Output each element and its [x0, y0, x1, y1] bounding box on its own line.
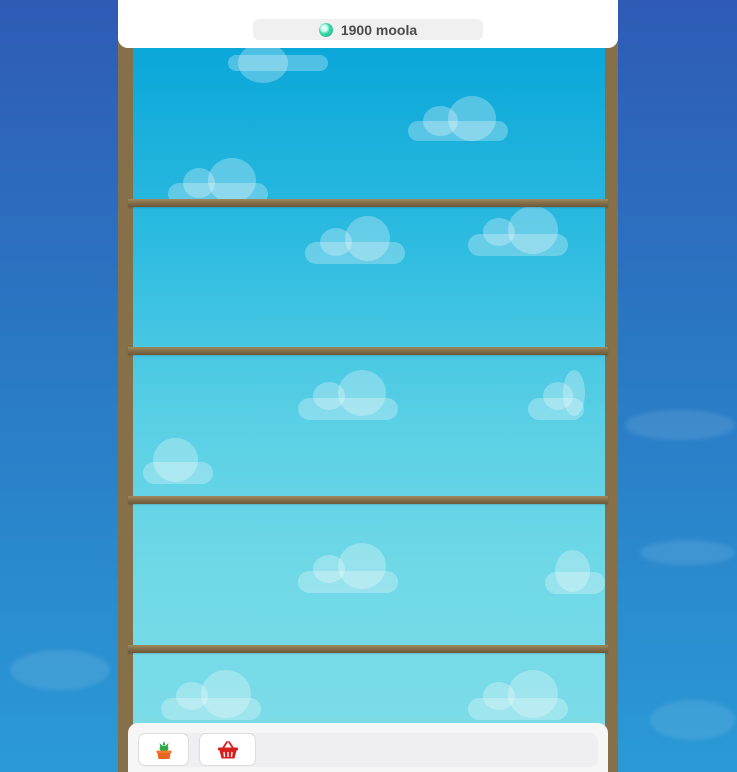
- plants-button[interactable]: [138, 733, 189, 766]
- header-bar: 1900 moola: [118, 0, 618, 48]
- moola-gem-icon: [318, 22, 333, 37]
- moola-text: 1900 moola: [340, 21, 418, 38]
- shelf-plank: [128, 645, 608, 653]
- shop-button[interactable]: [199, 733, 256, 766]
- bottom-toolbar: [128, 723, 608, 772]
- window-sky: [133, 48, 605, 772]
- potted-plant-icon: [156, 740, 171, 759]
- shelf-plank: [128, 347, 608, 355]
- shelf-plank: [128, 496, 608, 504]
- moola-balance: 1900 moola: [253, 19, 483, 40]
- shelf-plank: [128, 199, 608, 207]
- shopping-basket-icon: [217, 740, 238, 758]
